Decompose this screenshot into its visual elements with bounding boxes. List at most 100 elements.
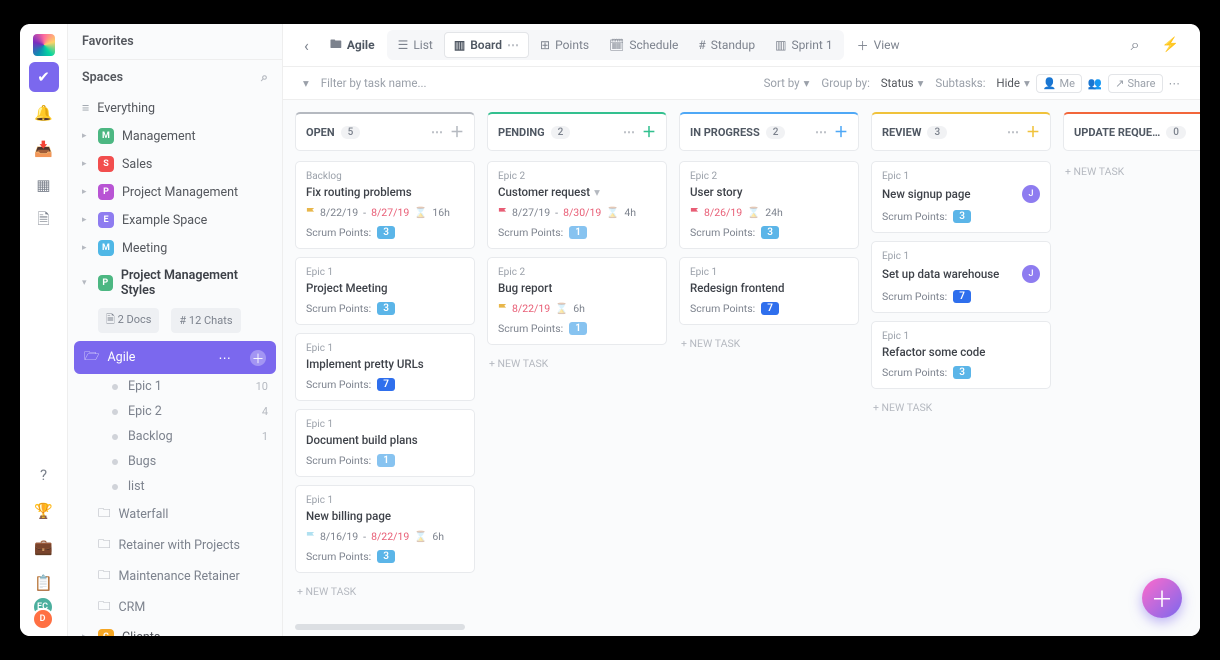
sidebar-folder-agile[interactable]: 🗁Agile⋯ ＋ — [74, 341, 276, 374]
folder-icon: 🗀 — [98, 566, 111, 587]
sidebar-spaces-header[interactable]: Spaces ⌕ — [68, 59, 282, 95]
column-header[interactable]: PENDING2⋯＋ — [487, 112, 667, 151]
new-task-button[interactable]: + NEW TASK — [679, 333, 859, 354]
assignee-avatar[interactable]: J — [1022, 185, 1040, 203]
view-icon: # — [698, 38, 705, 52]
group-by[interactable]: Group by: Status ▾ — [815, 73, 929, 93]
task-card[interactable]: Epic 1 Refactor some code Scrum Points:3 — [871, 321, 1051, 389]
view-tab-points[interactable]: ⊞ Points — [531, 32, 598, 58]
task-card[interactable]: Epic 1 Implement pretty URLs Scrum Point… — [295, 333, 475, 401]
task-card[interactable]: Epic 1 Redesign frontend Scrum Points:7 — [679, 257, 859, 325]
search-button[interactable]: ⌕ — [1122, 30, 1149, 60]
new-task-button[interactable]: + NEW TASK — [487, 353, 667, 374]
column-more-icon[interactable]: ⋯ — [1007, 125, 1020, 139]
new-task-button[interactable]: + NEW TASK — [295, 581, 475, 602]
me-chip[interactable]: 👤 Me — [1036, 74, 1082, 93]
task-card[interactable]: Epic 2 Customer request ▾ 8/27/19 - 8/30… — [487, 161, 667, 249]
view-tab-schedule[interactable]: 🗓 Schedule — [600, 32, 687, 58]
add-view[interactable]: ＋ View — [848, 32, 909, 59]
column-add-icon[interactable]: ＋ — [450, 122, 464, 142]
app-logo[interactable] — [33, 34, 55, 56]
automations-button[interactable]: ⚡ — [1153, 32, 1188, 58]
scrum-label: Scrum Points: — [498, 322, 563, 335]
sidebar-folder-waterfall[interactable]: 🗀Waterfall — [68, 499, 282, 530]
rail-inbox[interactable]: 📥 — [29, 134, 59, 164]
sidebar-space-example-space[interactable]: ▸ E Example Space — [68, 206, 282, 234]
sidebar-space-meeting[interactable]: ▸ M Meeting — [68, 234, 282, 262]
sidebar-folder-retainer-with-projects[interactable]: 🗀Retainer with Projects — [68, 530, 282, 561]
task-card[interactable]: Epic 1 New billing page 8/16/19 - 8/22/1… — [295, 485, 475, 573]
search-icon[interactable]: ⌕ — [261, 70, 268, 85]
column-header[interactable]: REVIEW3⋯＋ — [871, 112, 1051, 151]
column-in-progress: IN PROGRESS2⋯＋Epic 2 User story 8/26/19 … — [679, 112, 859, 624]
assignees-button[interactable]: 👥 — [1082, 73, 1108, 93]
new-task-button[interactable]: + NEW TASK — [1063, 161, 1200, 182]
chats-pill[interactable]: # 12 Chats — [171, 308, 240, 333]
rail-home[interactable]: ✔ — [29, 62, 59, 92]
sidebar-space-clients[interactable]: ▸CClients — [68, 623, 282, 636]
task-card[interactable]: Epic 1 Project Meeting Scrum Points:3 — [295, 257, 475, 325]
task-card[interactable]: Epic 2 Bug report 8/22/19 ⌛6h Scrum Poin… — [487, 257, 667, 345]
list-dot-icon — [112, 409, 118, 415]
breadcrumb[interactable]: 🖿 Agile — [322, 31, 383, 60]
task-card[interactable]: Epic 1 New signup pageJ Scrum Points:3 — [871, 161, 1051, 233]
sidebar-space-project-management-styles[interactable]: ▾ P Project Management Styles — [68, 262, 282, 304]
column-add-icon[interactable]: ＋ — [834, 122, 848, 142]
rail-trophy[interactable]: 🏆 — [29, 496, 59, 526]
column-add-icon[interactable]: ＋ — [642, 122, 656, 142]
column-more-icon[interactable]: ⋯ — [1199, 125, 1200, 139]
view-tab-list[interactable]: ☰ List — [389, 32, 442, 58]
docs-pill[interactable]: 🗎 2 Docs — [98, 308, 159, 333]
subtasks-toggle[interactable]: Subtasks: Hide ▾ — [929, 73, 1035, 93]
assignee-avatar[interactable]: J — [1022, 265, 1040, 283]
sidebar-list-epic-1[interactable]: Epic 110 — [68, 374, 282, 399]
card-epic: Epic 2 — [498, 267, 656, 278]
task-card[interactable]: Epic 1 Document build plans Scrum Points… — [295, 409, 475, 477]
rail-dashboards[interactable]: ▦ — [29, 170, 59, 200]
task-card[interactable]: Backlog Fix routing problems 8/22/19 - 8… — [295, 161, 475, 249]
column-header[interactable]: IN PROGRESS2⋯＋ — [679, 112, 859, 151]
sort-by[interactable]: Sort by ▾ — [758, 73, 816, 93]
add-icon[interactable]: ＋ — [250, 350, 266, 366]
column-header[interactable]: OPEN5⋯＋ — [295, 112, 475, 151]
column-more-icon[interactable]: ⋯ — [623, 125, 636, 139]
rail-avatars[interactable]: EC D — [32, 604, 56, 628]
back-button[interactable]: ‹ — [295, 31, 318, 60]
view-tab-standup[interactable]: # Standup — [689, 32, 764, 58]
more-button[interactable]: ⋯ — [1163, 73, 1187, 93]
new-task-button[interactable]: + NEW TASK — [871, 397, 1051, 418]
sidebar-space-management[interactable]: ▸ M Management — [68, 122, 282, 150]
sidebar-space-sales[interactable]: ▸ S Sales — [68, 150, 282, 178]
h-scrollbar[interactable] — [295, 624, 465, 630]
rail-notifications[interactable]: 🔔 — [29, 98, 59, 128]
task-card[interactable]: Epic 2 User story 8/26/19 ⌛24h Scrum Poi… — [679, 161, 859, 249]
column-more-icon[interactable]: ⋯ — [815, 125, 828, 139]
sidebar-folder-crm[interactable]: 🗀CRM — [68, 592, 282, 623]
scrum-label: Scrum Points: — [306, 378, 371, 391]
sidebar-folder-maintenance-retainer[interactable]: 🗀Maintenance Retainer — [68, 561, 282, 592]
task-card[interactable]: Epic 1 Set up data warehouseJ Scrum Poin… — [871, 241, 1051, 313]
column-more-icon[interactable]: ⋯ — [431, 125, 444, 139]
rail-briefcase[interactable]: 💼 — [29, 532, 59, 562]
more-icon[interactable]: ⋯ — [218, 350, 231, 366]
rail-clipboard[interactable]: 📋 — [29, 568, 59, 598]
sidebar-everything[interactable]: ≡ Everything — [68, 95, 282, 122]
folder-icon: 🗀 — [98, 597, 111, 618]
sidebar-list-bugs[interactable]: Bugs — [68, 449, 282, 474]
card-title: Redesign frontend — [690, 281, 848, 295]
view-tab-board[interactable]: ▥ Board ⋯ — [444, 32, 529, 58]
view-tab-sprint-1[interactable]: ▥ Sprint 1 — [766, 32, 841, 58]
rail-docs[interactable]: 🗎 — [29, 206, 59, 236]
sidebar-space-project-management[interactable]: ▸ P Project Management — [68, 178, 282, 206]
sidebar-list-list[interactable]: list — [68, 474, 282, 499]
column-header[interactable]: UPDATE REQUE…0⋯＋ — [1063, 112, 1200, 151]
share-button[interactable]: ↗ Share — [1108, 74, 1162, 93]
sidebar-list-backlog[interactable]: Backlog1 — [68, 424, 282, 449]
sidebar-favorites-header[interactable]: Favorites — [68, 24, 282, 59]
fab-create[interactable]: ＋ — [1142, 578, 1182, 618]
rail-help[interactable]: ? — [29, 460, 59, 490]
column-add-icon[interactable]: ＋ — [1026, 122, 1040, 142]
filter-icon[interactable]: ▾ — [297, 73, 315, 93]
sidebar-list-epic-2[interactable]: Epic 24 — [68, 399, 282, 424]
filter-input[interactable]: Filter by task name... — [315, 73, 433, 93]
